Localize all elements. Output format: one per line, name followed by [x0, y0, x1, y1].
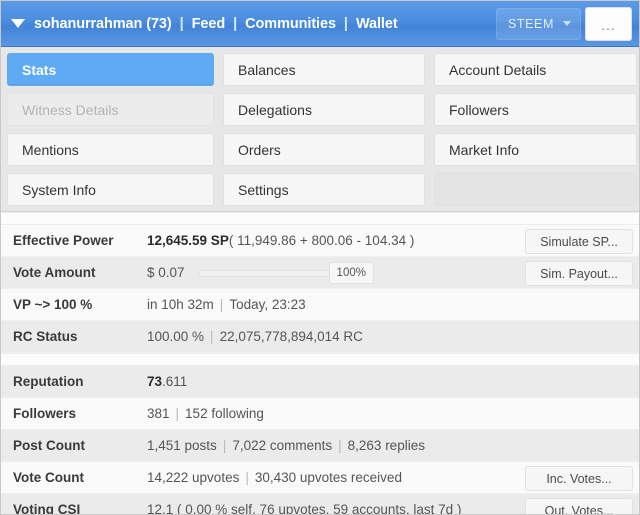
stat-value-followers: 381 | 152 following — [147, 406, 639, 421]
stat-label-effective-power: Effective Power — [13, 233, 114, 248]
value-separator: | — [338, 438, 342, 453]
more-options-button[interactable]: ... — [585, 6, 632, 41]
value-separator: | — [245, 470, 249, 485]
chevron-down-icon[interactable] — [11, 19, 25, 28]
value-separator: | — [175, 406, 180, 421]
value-separator: | — [219, 297, 224, 312]
voting-power-track — [198, 269, 349, 277]
stat-label-voting-csi: Voting CSI — [13, 502, 81, 515]
stat-label-vp: VP ~> 100 % — [13, 297, 93, 312]
vp-time-remaining: in 10h 32m — [147, 297, 214, 312]
nav-separator: | — [233, 15, 238, 32]
tab-bar: Stats Balances Account Details Witness D… — [1, 47, 639, 212]
nav-separator: | — [343, 15, 348, 32]
posts-count: 1,451 posts — [147, 438, 217, 453]
vp-full-at: Today, 23:23 — [229, 297, 306, 312]
simulate-sp-button[interactable]: Simulate SP... — [525, 229, 633, 254]
tab-witness-details: Witness Details — [7, 93, 214, 126]
stats-panel: Effective Power 12,645.59 SP ( 11,949.86… — [1, 212, 639, 515]
rc-percent: 100.00 % — [147, 329, 205, 344]
vote-amount-value: $ 0.07 — [147, 265, 185, 280]
header-nav: sohanurrahman (73) | Feed | Communities … — [11, 16, 496, 32]
stat-label-post-count: Post Count — [13, 438, 85, 453]
app-header: sohanurrahman (73) | Feed | Communities … — [1, 1, 639, 47]
chevron-down-icon — [563, 21, 571, 26]
header-actions: STEEM ... — [495, 6, 635, 41]
voting-power-percent-label: 100% — [328, 261, 374, 284]
stat-row-vote-amount: Vote Amount $ 0.07 100% Sim. Payout... — [1, 257, 639, 289]
stat-value-reputation: 73 .611 — [147, 374, 639, 389]
stat-label-followers: Followers — [13, 406, 77, 421]
followers-count: 381 — [147, 406, 170, 421]
tab-delegations[interactable]: Delegations — [223, 93, 425, 126]
stat-row-rc-status: RC Status 100.00 % | 22,075,778,894,014 … — [1, 321, 639, 353]
stat-label-reputation: Reputation — [13, 374, 84, 389]
tab-empty-slot — [434, 173, 637, 206]
stat-row-vp: VP ~> 100 % in 10h 32m | Today, 23:23 — [1, 289, 639, 321]
nav-separator: | — [179, 15, 184, 32]
value-separator: | — [222, 438, 227, 453]
comments-count: 7,022 comments — [232, 438, 333, 453]
replies-count: 8,263 replies — [347, 438, 425, 453]
tab-settings[interactable]: Settings — [223, 173, 425, 206]
effective-power-breakdown: ( 11,949.86 + 800.06 - 104.34 ) — [228, 233, 415, 248]
stat-row-followers: Followers 381 | 152 following — [1, 398, 639, 430]
token-selector-label: STEEM — [507, 16, 554, 31]
tab-market-info[interactable]: Market Info — [434, 133, 637, 166]
incoming-votes-button[interactable]: Inc. Votes... — [525, 466, 633, 491]
stat-label-vote-count: Vote Count — [13, 470, 84, 485]
tab-orders[interactable]: Orders — [223, 133, 425, 166]
tab-balances[interactable]: Balances — [223, 53, 425, 86]
stat-label-rc-status: RC Status — [13, 329, 78, 344]
tab-system-info[interactable]: System Info — [7, 173, 214, 206]
stat-row-voting-csi: Voting CSI 12.1 ( 0.00 % self, 76 upvote… — [1, 494, 639, 515]
upvotes-received: 30,430 upvotes received — [254, 470, 402, 485]
tab-stats[interactable]: Stats — [7, 53, 214, 86]
value-separator: | — [210, 329, 214, 344]
voting-csi-value: 12.1 ( 0.00 % self, 76 upvotes, 59 accou… — [147, 502, 462, 515]
section-divider-middle — [1, 353, 639, 366]
stat-label-vote-amount: Vote Amount — [13, 265, 96, 280]
sim-payout-button[interactable]: Sim. Payout... — [525, 261, 633, 286]
effective-power-amount: 12,645.59 SP — [147, 233, 229, 248]
voting-power-fill — [199, 270, 348, 276]
nav-link-communities[interactable]: Communities — [245, 16, 336, 32]
stat-value-rc-status: 100.00 % | 22,075,778,894,014 RC — [147, 329, 639, 344]
tab-mentions[interactable]: Mentions — [7, 133, 214, 166]
nav-link-feed[interactable]: Feed — [192, 16, 226, 32]
stat-value-vp: in 10h 32m | Today, 23:23 — [147, 297, 639, 312]
stat-row-vote-count: Vote Count 14,222 upvotes | 30,430 upvot… — [1, 462, 639, 494]
token-selector-dropdown[interactable]: STEEM — [495, 7, 581, 40]
rc-absolute: 22,075,778,894,014 RC — [219, 329, 363, 344]
stat-row-reputation: Reputation 73 .611 — [1, 366, 639, 398]
reputation-decimals: .611 — [162, 374, 188, 389]
section-divider-top — [1, 212, 639, 225]
reputation-integer: 73 — [147, 374, 163, 389]
stat-value-post-count: 1,451 posts | 7,022 comments | 8,263 rep… — [147, 438, 639, 453]
upvotes-given: 14,222 upvotes — [147, 470, 240, 485]
tab-grid: Stats Balances Account Details Witness D… — [7, 53, 637, 206]
stat-row-effective-power: Effective Power 12,645.59 SP ( 11,949.86… — [1, 225, 639, 257]
app-window: sohanurrahman (73) | Feed | Communities … — [0, 0, 640, 515]
nav-link-wallet[interactable]: Wallet — [356, 16, 398, 32]
tab-account-details[interactable]: Account Details — [434, 53, 637, 86]
outgoing-votes-button[interactable]: Out. Votes... — [525, 498, 633, 514]
following-count: 152 following — [185, 406, 264, 421]
tab-followers[interactable]: Followers — [434, 93, 637, 126]
account-name-link[interactable]: sohanurrahman (73) — [34, 16, 172, 32]
stat-row-post-count: Post Count 1,451 posts | 7,022 comments … — [1, 430, 639, 462]
voting-power-progress[interactable]: 100% — [198, 261, 385, 284]
